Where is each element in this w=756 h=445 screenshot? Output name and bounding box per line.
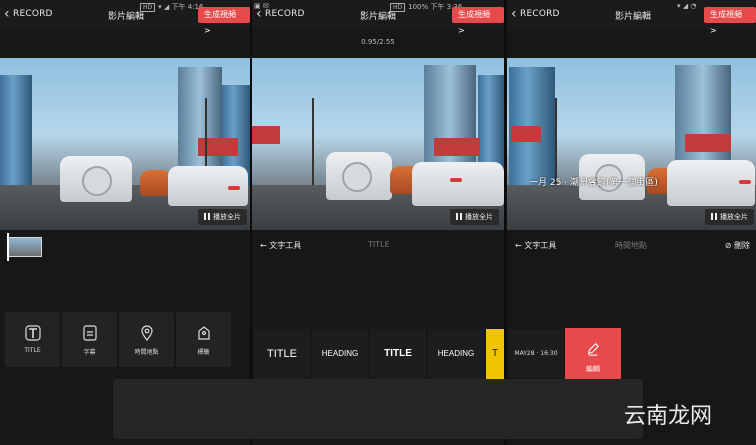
timecode: 0.95/2.55 [361,38,395,46]
tool-header: ← 文字工具 TITLE [252,240,504,254]
tool-label: 標籤 [197,349,210,356]
video-preview[interactable] [252,58,504,230]
location-pin-icon [140,325,153,341]
style-heading-accent[interactable]: HEADING [428,329,484,379]
tool-label: TITLE [24,347,41,354]
time-location-overlay[interactable]: 一月 25 · 潮州會館(第一個街區) [529,175,658,188]
tool-header: ← 文字工具 時間地點 ⊘ 刪除 [507,240,756,254]
edit-button[interactable]: 編輯 [565,328,621,380]
tail-light-image [739,180,751,184]
top-bar: ‹ RECORD 影片編輯 ▾ ◢ ◔ 生成視頻 > [507,0,756,35]
style-title-plain[interactable]: TITLE [254,329,310,379]
time-location-style-chip[interactable]: MAY28 · 16:30 [509,330,563,378]
building-image [0,75,32,185]
page-title: 影片編輯 [108,12,145,22]
play-all-button[interactable]: 播放全片 [450,209,499,225]
tail-light-image [228,186,240,190]
top-bar: ▣ ✉ ‹ RECORD 影片編輯 HD 100% 下午 3:36 生成視頻 > [252,0,504,35]
back-record-link[interactable]: RECORD [13,9,53,19]
tag-icon [197,326,210,340]
timeline-thumbnail[interactable] [7,237,42,257]
text-tool-back[interactable]: ← 文字工具 [260,240,301,251]
status-battery: 100% [408,3,429,11]
sedan-image [412,162,504,206]
page-title: 影片編輯 [615,12,652,22]
style-t-yellow[interactable]: T [486,329,504,379]
billboard-image [685,134,731,152]
tool-title[interactable]: TITLE [5,312,60,367]
text-tool-back[interactable]: ← 文字工具 [515,240,556,251]
billboard-image [511,126,541,142]
tool-subtitle[interactable]: 字幕 [62,312,117,367]
spare-wheel-image [82,166,112,196]
watermark: 云南龙网 [624,404,713,429]
back-record-link[interactable]: RECORD [265,9,305,19]
pencil-icon [587,342,600,356]
video-preview[interactable] [0,58,250,230]
billboard-image [198,138,238,156]
tool-tag[interactable]: 標籤 [176,312,231,367]
pause-icon [204,213,210,220]
pause-icon [456,213,462,220]
style-title-accent[interactable]: TITLE [370,329,426,379]
timeline-cursor[interactable] [7,233,9,261]
video-preview[interactable]: 一月 25 · 潮州會館(第一個街區) [507,58,756,230]
billboard-image [252,126,280,144]
tool-time-location[interactable]: 時間地點 [119,312,174,367]
back-chevron-icon[interactable]: ‹ [256,7,262,21]
play-all-button[interactable]: 播放全片 [198,209,247,225]
subtitle-icon [82,325,97,341]
style-heading-plain[interactable]: HEADING [312,329,368,379]
back-record-link[interactable]: RECORD [520,9,560,19]
status-bar: ▾ ◢ ◔ [677,2,697,10]
generate-video-button[interactable]: 生成視頻 > [452,7,504,35]
tool-header-title: 時間地點 [615,241,647,250]
generate-video-button[interactable]: 生成視頻 > [198,7,250,35]
status-bar: HD ▾ ◢ 下午 4:16 [140,2,203,12]
top-bar: ‹ RECORD 影片編輯 HD ▾ ◢ 下午 4:16 生成視頻 > [0,0,250,35]
bottom-card [113,379,643,439]
tool-header-title: TITLE [368,240,390,249]
back-chevron-icon[interactable]: ‹ [4,7,10,21]
text-t-icon [24,325,41,341]
pause-icon [711,213,717,220]
play-all-button[interactable]: 播放全片 [705,209,754,225]
billboard-image [434,138,480,156]
tail-light-image [450,178,462,182]
tool-label: 時間地點 [134,349,159,356]
delete-button[interactable]: ⊘ 刪除 [725,240,750,251]
spare-wheel-image [342,162,372,192]
traffic-pole-image [312,98,314,188]
tool-label: 字幕 [83,349,96,356]
back-chevron-icon[interactable]: ‹ [511,7,517,21]
generate-video-button[interactable]: 生成視頻 > [704,7,756,35]
